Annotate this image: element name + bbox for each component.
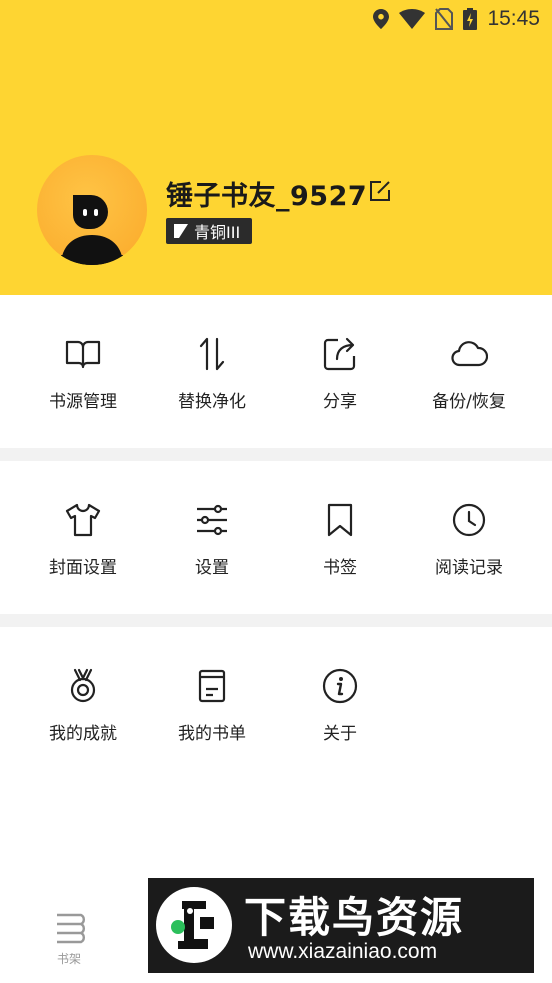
booklist-icon [198,669,226,703]
menu-label: 关于 [323,724,357,744]
clock-icon [452,503,486,537]
bird-logo-icon [171,901,214,949]
menu-item-achievements[interactable]: 我的成就 [14,667,152,744]
edit-icon[interactable] [369,180,391,202]
watermark-title: 下载鸟资源 [244,893,465,942]
swap-vertical-icon [199,337,225,371]
menu-label: 书源管理 [49,392,117,412]
menu-label: 我的书单 [178,724,246,744]
menu-label: 设置 [195,558,229,578]
menu-label: 备份/恢复 [432,392,506,412]
battery-charging-icon [463,8,478,30]
section-divider [0,448,552,461]
bottom-nav-bookshelf[interactable]: 书架 [40,912,98,967]
menu-label: 我的成就 [49,724,117,744]
bookmark-icon [327,503,353,537]
avatar[interactable] [37,155,147,265]
user-avatar-icon [61,195,123,265]
menu-item-book-sources[interactable]: 书源管理 [14,335,152,412]
status-bar: 15:45 [373,6,540,32]
menu-section-1: 书源管理 替换净化 分享 备份/恢复 [0,295,552,448]
bottom-nav-label: 书架 [56,952,81,966]
wifi-icon [399,9,426,29]
menu-item-bookmarks[interactable]: 书签 [271,501,409,578]
menu-label: 封面设置 [49,558,117,578]
menu-section-3: 我的成就 我的书单 关于 [0,627,552,780]
info-icon [322,668,358,704]
menu-item-cover-settings[interactable]: 封面设置 [14,501,152,578]
watermark-banner: 下载鸟资源 www.xiazainiao.com [148,878,534,973]
watermark-logo [156,887,232,963]
bookshelf-icon [57,913,85,944]
menu-label: 替换净化 [178,392,246,412]
menu-item-reading-history[interactable]: 阅读记录 [400,501,538,578]
sliders-icon [197,504,227,536]
level-text: 青铜III [194,223,241,242]
shirt-icon [65,503,101,537]
medal-icon [70,668,96,703]
watermark-url: www.xiazainiao.com [248,940,438,963]
menu-label: 分享 [323,392,357,412]
level-mark-icon [174,224,188,238]
menu-label: 书签 [323,558,357,578]
no-sim-icon [435,8,454,30]
menu-item-replace-purify[interactable]: 替换净化 [143,335,281,412]
menu-section-2: 封面设置 设置 书签 阅读记录 [0,461,552,614]
menu-item-share[interactable]: 分享 [271,335,409,412]
level-badge: 青铜III [166,218,252,244]
location-icon [373,9,390,29]
clock-time: 15:45 [487,7,540,30]
menu-label: 阅读记录 [435,558,503,578]
menu-item-backup-restore[interactable]: 备份/恢复 [400,335,538,412]
book-open-icon [65,340,101,369]
cloud-icon [451,341,488,367]
menu-item-about[interactable]: 关于 [271,667,409,744]
menu-item-settings[interactable]: 设置 [143,501,281,578]
share-icon [323,337,356,371]
username[interactable]: 锤子书友_9527 [166,174,367,213]
section-divider [0,614,552,627]
menu-item-my-booklist[interactable]: 我的书单 [143,667,281,744]
